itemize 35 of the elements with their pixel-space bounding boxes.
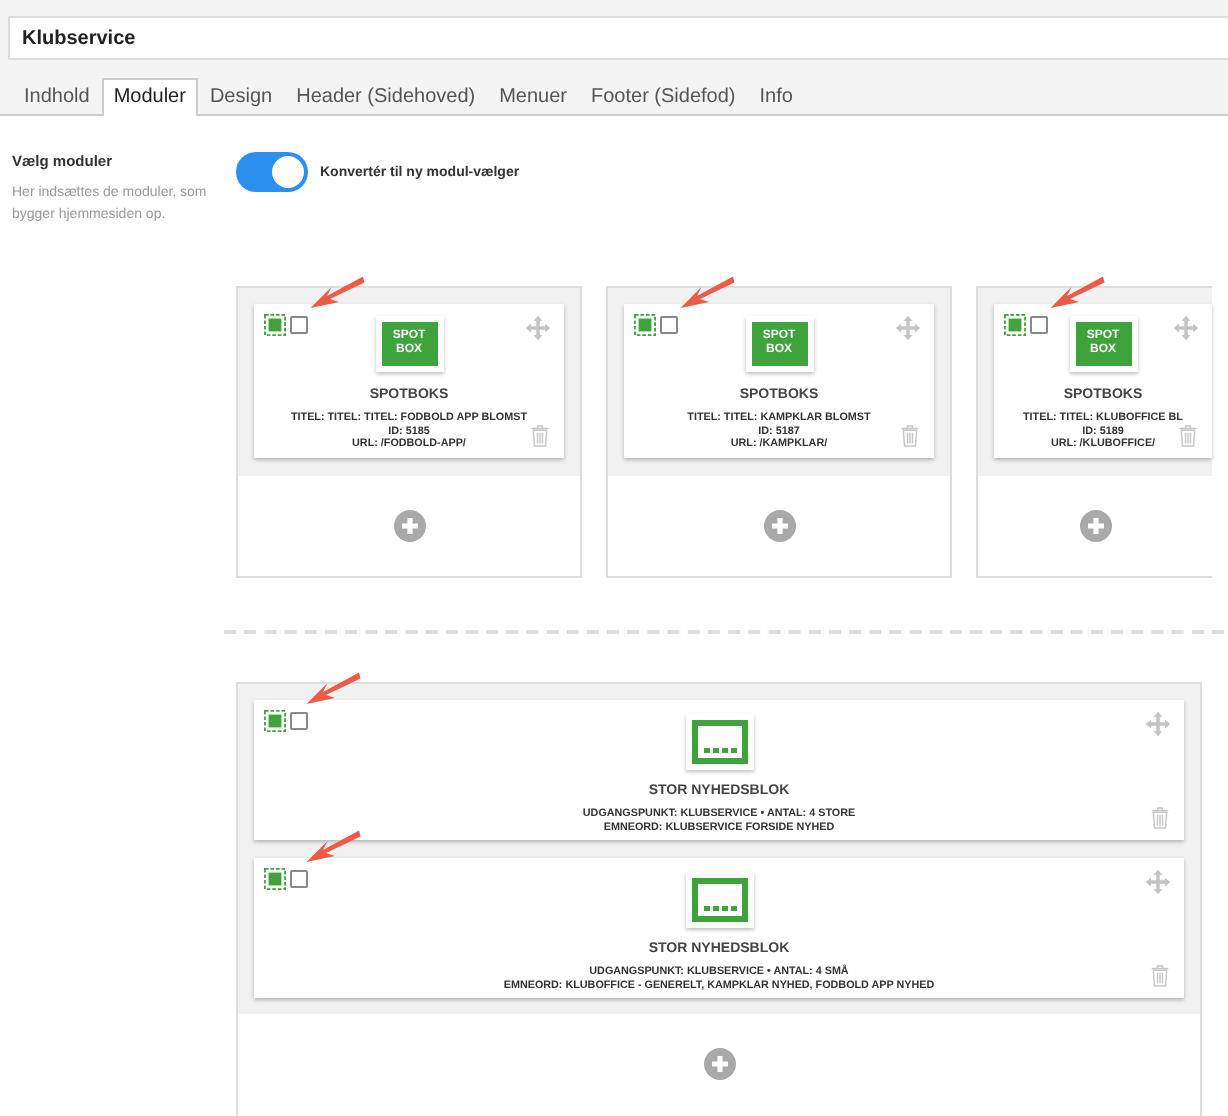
- checkbox[interactable]: [290, 870, 308, 888]
- screen-icon: [691, 878, 747, 922]
- move-icon[interactable]: [1172, 314, 1200, 342]
- tab[interactable]: Menuer: [487, 78, 579, 116]
- move-icon[interactable]: [894, 314, 922, 342]
- checkbox[interactable]: [290, 712, 308, 730]
- add-icon[interactable]: [703, 1048, 735, 1080]
- add-icon[interactable]: [763, 510, 795, 542]
- move-icon[interactable]: [524, 314, 552, 342]
- move-icon[interactable]: [1144, 710, 1172, 738]
- tab[interactable]: Header (Sidehoved): [284, 78, 488, 116]
- add-icon[interactable]: [1079, 510, 1111, 542]
- add-icon[interactable]: [393, 510, 425, 542]
- tab[interactable]: Design: [197, 78, 285, 116]
- toggle-switch[interactable]: [236, 152, 308, 192]
- tab[interactable]: Footer (Sidefod): [579, 78, 748, 116]
- select-frame-icon[interactable]: [264, 314, 286, 336]
- select-frame-icon[interactable]: [264, 868, 286, 890]
- select-frame-icon[interactable]: [1004, 314, 1026, 336]
- trash-icon[interactable]: [1150, 964, 1170, 988]
- tab[interactable]: Moduler: [101, 78, 198, 116]
- checkbox[interactable]: [290, 316, 308, 334]
- tab[interactable]: Indhold: [12, 78, 102, 116]
- tab[interactable]: Info: [747, 78, 805, 116]
- title-field[interactable]: Klubservice: [8, 16, 1228, 60]
- move-icon[interactable]: [1144, 868, 1172, 896]
- select-frame-icon[interactable]: [634, 314, 656, 336]
- checkbox[interactable]: [660, 316, 678, 334]
- checkbox[interactable]: [1030, 316, 1048, 334]
- screen-icon: [691, 720, 747, 764]
- trash-icon[interactable]: [1178, 424, 1198, 448]
- trash-icon[interactable]: [1150, 806, 1170, 830]
- trash-icon[interactable]: [900, 424, 920, 448]
- select-frame-icon[interactable]: [264, 710, 286, 732]
- trash-icon[interactable]: [530, 424, 550, 448]
